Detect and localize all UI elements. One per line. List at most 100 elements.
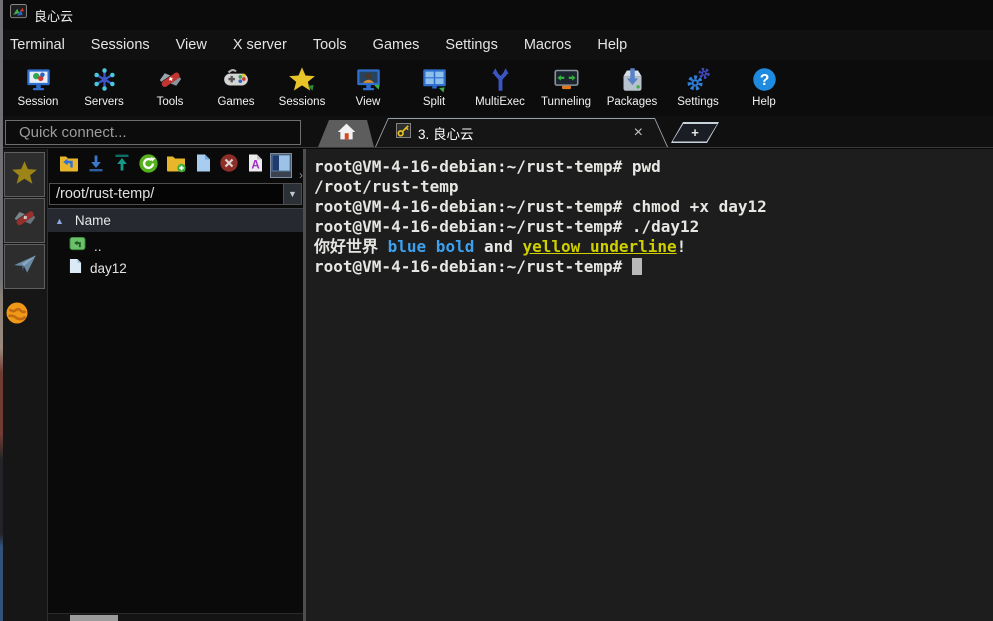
packages-icon bbox=[619, 63, 646, 95]
combo-dropdown-icon[interactable]: ▼ bbox=[283, 184, 301, 204]
menu-item-help[interactable]: Help bbox=[584, 32, 640, 58]
delete-button[interactable] bbox=[218, 153, 240, 178]
file-name-label: day12 bbox=[90, 261, 127, 276]
toolbar-tunneling-label: Tunneling bbox=[541, 96, 591, 108]
terminal-text: root@VM-4-16-debian:~/rust-temp# chmod +… bbox=[314, 197, 767, 216]
terminal-line: root@VM-4-16-debian:~/rust-temp# pwd bbox=[314, 157, 993, 177]
horizontal-scrollbar[interactable] bbox=[48, 613, 303, 621]
tools-knife-side-icon bbox=[12, 205, 38, 236]
menu-item-terminal[interactable]: Terminal bbox=[10, 32, 78, 58]
column-header-label: Name bbox=[75, 213, 111, 228]
menu-item-macros[interactable]: Macros bbox=[511, 32, 585, 58]
download-icon bbox=[86, 153, 106, 178]
sftp-plane-button[interactable] bbox=[4, 244, 45, 289]
current-path: /root/rust-temp/ bbox=[50, 186, 283, 202]
main-toolbar: Session ServersTools Games Sessions View Spli… bbox=[0, 60, 993, 116]
sessions-star-icon bbox=[288, 63, 316, 95]
delete-icon bbox=[219, 153, 239, 178]
folder-parent-icon bbox=[58, 153, 80, 178]
path-combobox[interactable]: /root/rust-temp/ ▼ bbox=[49, 183, 302, 205]
download-button[interactable] bbox=[85, 153, 107, 178]
panel-split-icon bbox=[271, 154, 291, 177]
tab-bar: 3. 良心云 × + bbox=[305, 116, 993, 148]
terminal-line: root@VM-4-16-debian:~/rust-temp# chmod +… bbox=[314, 197, 993, 217]
tab-session-label: 3. 良心云 bbox=[418, 123, 474, 143]
panel-split-button[interactable] bbox=[270, 153, 292, 178]
games-gamepad-icon bbox=[222, 63, 250, 95]
terminal-text: root@VM-4-16-debian:~/rust-temp# bbox=[314, 257, 632, 276]
terminal[interactable]: root@VM-4-16-debian:~/rust-temp# pwd/roo… bbox=[306, 149, 993, 621]
sftp-panel: A› /root/rust-temp/ ▼ ▲ Name ..day12 bbox=[48, 149, 303, 621]
sort-asc-icon: ▲ bbox=[55, 216, 64, 226]
session-icon bbox=[25, 63, 52, 95]
settings-gears-icon bbox=[685, 63, 712, 95]
toolbar-sessions-label: Sessions bbox=[279, 96, 326, 108]
tunneling-icon bbox=[553, 63, 580, 95]
menu-item-x-server[interactable]: X server bbox=[220, 32, 300, 58]
menu-item-settings[interactable]: Settings bbox=[432, 32, 510, 58]
terminal-text: /root/rust-temp bbox=[314, 177, 459, 196]
toolbar-settings-button[interactable]: Settings bbox=[665, 60, 731, 116]
macros-globe-button[interactable] bbox=[5, 302, 33, 328]
toolbar-help-button[interactable]: ?Help bbox=[731, 60, 797, 116]
sessions-star-side-button[interactable] bbox=[4, 152, 45, 197]
mobaxterm-logo-icon bbox=[10, 4, 27, 26]
file-row-day12[interactable]: day12 bbox=[48, 257, 303, 279]
tab-home[interactable] bbox=[318, 120, 374, 147]
sftp-plane-icon bbox=[12, 251, 38, 282]
toolbar-packages-button[interactable]: Packages bbox=[599, 60, 665, 116]
menu-item-view[interactable]: View bbox=[163, 32, 220, 58]
upload-button[interactable] bbox=[111, 153, 133, 178]
file-name-label: .. bbox=[94, 239, 102, 254]
tools-knife-icon bbox=[157, 63, 184, 95]
help-icon: ? bbox=[751, 63, 778, 95]
toolbar-multiexec-label: MultiExec bbox=[475, 96, 525, 108]
refresh-icon bbox=[138, 153, 159, 179]
terminal-line: 你好世界 blue bold and yellow underline! bbox=[314, 237, 993, 257]
tools-knife-side-button[interactable] bbox=[4, 198, 45, 243]
toolbar-tools-button[interactable]: Tools bbox=[137, 60, 203, 116]
svg-text:?: ? bbox=[759, 72, 769, 89]
tab-close-icon[interactable]: × bbox=[634, 126, 643, 140]
file-new-button[interactable] bbox=[192, 153, 214, 178]
view-icon bbox=[355, 63, 382, 95]
menu-item-sessions[interactable]: Sessions bbox=[78, 32, 163, 58]
toolbar-games-label: Games bbox=[217, 96, 254, 108]
toolbar-tunneling-button[interactable]: Tunneling bbox=[533, 60, 599, 116]
rename-button[interactable]: A bbox=[244, 153, 266, 178]
toolbar-split-label: Split bbox=[423, 96, 445, 108]
plus-icon: + bbox=[673, 124, 718, 142]
toolbar-servers-button[interactable]: Servers bbox=[71, 60, 137, 116]
terminal-text: 你好世界 bbox=[314, 237, 388, 256]
tab-session-inner: 3. 良心云 × bbox=[376, 119, 667, 147]
toolbar-split-button[interactable]: Split bbox=[401, 60, 467, 116]
menu-item-tools[interactable]: Tools bbox=[300, 32, 360, 58]
quick-connect-input[interactable] bbox=[5, 120, 301, 145]
file-list-header-name[interactable]: ▲ Name bbox=[48, 208, 303, 232]
toolbar-games-button[interactable]: Games bbox=[203, 60, 269, 116]
rename-icon: A bbox=[246, 153, 264, 178]
svg-text:A: A bbox=[251, 160, 259, 172]
globe-icon bbox=[5, 301, 29, 330]
toolbar-session-button[interactable]: Session bbox=[5, 60, 71, 116]
terminal-text-yellow-underline: yellow underline bbox=[523, 237, 677, 256]
tab-session-active[interactable]: 3. 良心云 × bbox=[375, 118, 668, 147]
servers-icon bbox=[91, 63, 118, 95]
terminal-line: root@VM-4-16-debian:~/rust-temp# bbox=[314, 257, 993, 277]
file-row-item[interactable]: .. bbox=[48, 235, 303, 257]
toolbar-sessions-button[interactable]: Sessions bbox=[269, 60, 335, 116]
terminal-text-blue-bold: blue bold bbox=[388, 237, 475, 256]
folder-new-button[interactable] bbox=[164, 153, 188, 178]
terminal-line: /root/rust-temp bbox=[314, 177, 993, 197]
menu-item-games[interactable]: Games bbox=[360, 32, 433, 58]
toolbar-view-button[interactable]: View bbox=[335, 60, 401, 116]
toolbar-session-label: Session bbox=[18, 96, 59, 108]
toolbar-settings-label: Settings bbox=[677, 96, 719, 108]
folder-parent-button[interactable] bbox=[57, 153, 81, 178]
refresh-button[interactable] bbox=[137, 153, 160, 178]
menu-bar: TerminalSessionsViewX serverToolsGamesSe… bbox=[0, 30, 993, 60]
new-tab-button[interactable]: + bbox=[671, 122, 719, 143]
scrollbar-thumb[interactable] bbox=[70, 615, 118, 621]
sessions-star-side-icon bbox=[11, 159, 38, 191]
toolbar-multiexec-button[interactable]: MultiExec bbox=[467, 60, 533, 116]
